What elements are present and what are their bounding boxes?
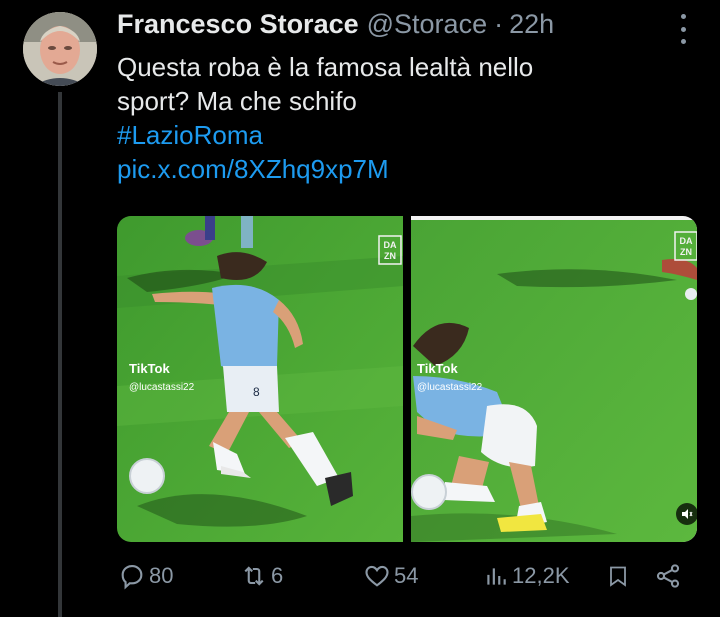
tweet-header: Francesco Storace @Storace · 22h (117, 9, 554, 40)
repost-count: 6 (271, 563, 284, 588)
author-name[interactable]: Francesco Storace (117, 9, 359, 40)
right-video-frame: DA ZN TikTok @lucastassi22 (411, 216, 697, 542)
tiktok-user: @lucastassi22 (129, 382, 195, 393)
reply-button[interactable]: 80 (118, 562, 173, 590)
timestamp[interactable]: 22h (509, 9, 554, 40)
repost-button[interactable]: 6 (240, 562, 283, 590)
jersey-number: 8 (253, 385, 260, 399)
share-button[interactable] (654, 562, 682, 590)
share-icon (656, 564, 680, 588)
like-icon (365, 565, 389, 587)
like-count: 54 (394, 563, 419, 588)
hashtag-link[interactable]: #LazioRoma (117, 118, 677, 152)
svg-text:ZN: ZN (680, 247, 692, 257)
views-icon (487, 568, 506, 585)
like-button[interactable]: 54 (363, 562, 418, 590)
thread-line (58, 92, 62, 617)
media-image[interactable]: 8 DA ZN TikTok @lucastassi22 DA ZN TikTo… (117, 216, 697, 542)
tweet-text-line-2: sport? Ma che schifo (117, 86, 357, 116)
reply-count: 80 (149, 563, 174, 588)
author-handle[interactable]: @Storace (367, 9, 487, 40)
bookmark-button[interactable] (606, 562, 630, 590)
repost-icon (244, 566, 264, 586)
reply-icon (121, 565, 143, 590)
tiktok-watermark: TikTok (129, 361, 170, 376)
tweet-text-line-1: Questa roba è la famosa lealtà nello (117, 52, 534, 82)
views-count: 12,2K (512, 563, 570, 588)
media-link[interactable]: pic.x.com/8XZhq9xp7M (117, 152, 677, 186)
speaker-icon[interactable] (676, 503, 697, 525)
action-bar: 80 6 54 12,2K (117, 562, 687, 592)
avatar[interactable] (23, 12, 97, 86)
more-icon[interactable] (672, 14, 694, 44)
left-video-frame: 8 DA ZN TikTok @lucastassi22 (117, 216, 403, 542)
separator-dot: · (494, 9, 504, 39)
views-button[interactable]: 12,2K (483, 562, 570, 590)
avatar-image (23, 12, 97, 86)
svg-text:DA: DA (680, 236, 693, 246)
svg-text:ZN: ZN (384, 251, 396, 261)
svg-text:DA: DA (384, 240, 397, 250)
bookmark-icon (610, 566, 626, 587)
tweet-text: Questa roba è la famosa lealtà nello spo… (117, 50, 677, 186)
tiktok-user-right: @lucastassi22 (417, 382, 483, 393)
tiktok-watermark-right: TikTok (417, 361, 458, 376)
